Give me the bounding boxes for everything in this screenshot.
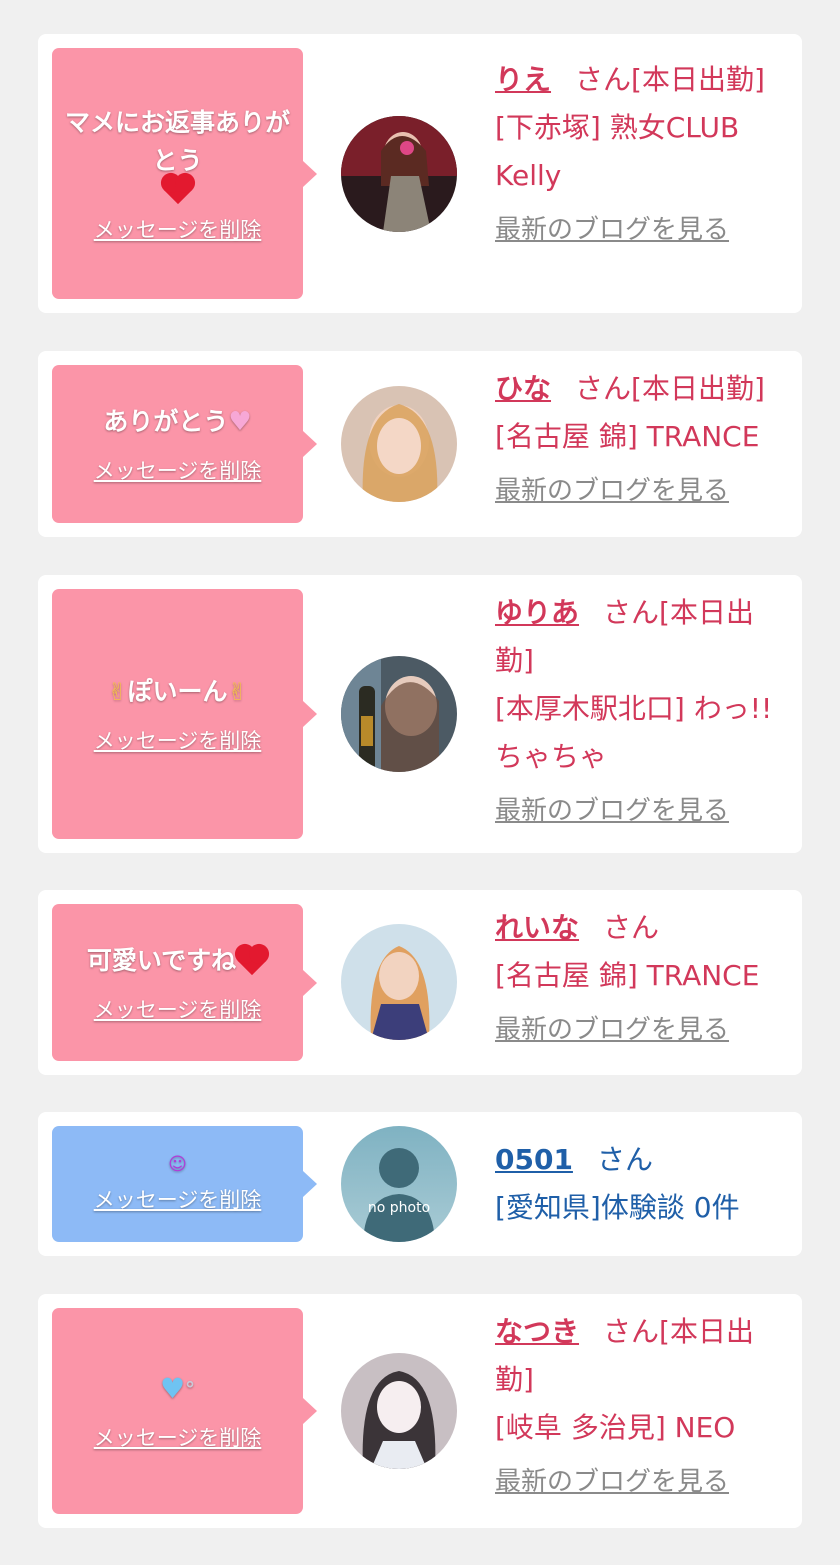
member-info: ゆりあ さん[本日出勤] [本厚木駅北口] わっ!! ちゃちゃ 最新のブログを見る: [495, 589, 780, 831]
smiley-icon: ☺: [168, 1154, 187, 1175]
delete-message-link[interactable]: メッセージを削除: [94, 1422, 262, 1452]
bubbles-icon: °: [185, 1377, 196, 1401]
member-status: さん: [603, 911, 660, 944]
heart-icon: [237, 946, 267, 975]
blue-heart-icon: ♥: [159, 1372, 186, 1405]
avatar[interactable]: [341, 924, 457, 1040]
message-bubble: マメにお返事ありがとう メッセージを削除: [52, 48, 317, 299]
avatar[interactable]: [341, 116, 457, 232]
member-status: さん[本日出勤]: [575, 372, 765, 405]
message-card: マメにお返事ありがとう メッセージを削除 りえ さん[本日出勤] [下赤塚] 熟女…: [38, 34, 802, 313]
rock-hand-icon: ✌: [227, 678, 248, 706]
shop-label: [愛知県]体験談 0件: [495, 1191, 740, 1224]
message-bubble: ♥ ° メッセージを削除: [52, 1308, 317, 1514]
view-blog-link[interactable]: 最新のブログを見る: [495, 471, 780, 511]
avatar[interactable]: [341, 656, 457, 772]
member-name-link[interactable]: れいな: [495, 911, 579, 944]
message-card: ♥ ° メッセージを削除 なつき さん[本日出勤] [岐阜 多治見] NEO 最新…: [38, 1294, 802, 1528]
message-text: ✌ ぽいーん ✌: [99, 673, 255, 711]
no-photo-label: no photo: [367, 1200, 431, 1216]
shop-label: [岐阜 多治見] NEO: [495, 1411, 736, 1444]
message-bubble: ありがとう ♥ メッセージを削除: [52, 365, 317, 523]
rock-hand-icon: ✌: [107, 678, 128, 706]
message-text: ♥ °: [152, 1370, 203, 1408]
member-info: ひな さん[本日出勤] [名古屋 錦] TRANCE 最新のブログを見る: [495, 365, 780, 511]
view-blog-link[interactable]: 最新のブログを見る: [495, 210, 780, 250]
avatar[interactable]: [341, 1353, 457, 1469]
member-info: なつき さん[本日出勤] [岐阜 多治見] NEO 最新のブログを見る: [495, 1308, 780, 1502]
member-name-link[interactable]: ゆりあ: [495, 596, 579, 629]
delete-message-link[interactable]: メッセージを削除: [94, 994, 262, 1024]
message-card: ✌ ぽいーん ✌ メッセージを削除 ゆりあ さん[本日出勤] [本厚木駅北口] わ…: [38, 575, 802, 853]
shop-label: [名古屋 錦] TRANCE: [495, 959, 760, 992]
member-name-link[interactable]: りえ: [495, 63, 551, 96]
delete-message-link[interactable]: メッセージを削除: [94, 455, 262, 485]
message-text: ☺: [160, 1154, 195, 1176]
heart-icon: [163, 175, 192, 204]
message-bubble: 可愛いですね メッセージを削除: [52, 904, 317, 1061]
message-card: 可愛いですね メッセージを削除 れいな さん [名古屋 錦] TRANCE 最新の…: [38, 890, 802, 1075]
delete-message-link[interactable]: メッセージを削除: [94, 1184, 262, 1214]
avatar[interactable]: no photo: [341, 1126, 457, 1242]
message-bubble: ☺ メッセージを削除: [52, 1126, 317, 1242]
member-info: 0501 さん [愛知県]体験談 0件: [495, 1136, 780, 1232]
delete-message-link[interactable]: メッセージを削除: [94, 214, 262, 244]
member-status: さん[本日出勤]: [575, 63, 765, 96]
shop-label: [名古屋 錦] TRANCE: [495, 420, 760, 453]
view-blog-link[interactable]: 最新のブログを見る: [495, 1010, 780, 1050]
member-info: れいな さん [名古屋 錦] TRANCE 最新のブログを見る: [495, 904, 780, 1050]
message-text: 可愛いですね: [79, 942, 276, 980]
member-name-link[interactable]: なつき: [495, 1315, 579, 1348]
member-info: りえ さん[本日出勤] [下赤塚] 熟女CLUB Kelly 最新のブログを見る: [495, 56, 780, 250]
message-card: ありがとう ♥ メッセージを削除 ひな さん[本日出勤] [名古屋 錦] TRAN…: [38, 351, 802, 537]
pink-heart-icon: ♥: [228, 407, 252, 437]
member-status: さん: [596, 1143, 653, 1176]
delete-message-link[interactable]: メッセージを削除: [94, 725, 262, 755]
member-name-link[interactable]: ひな: [495, 372, 551, 405]
message-text: ありがとう ♥: [95, 403, 259, 441]
shop-label: [本厚木駅北口] わっ!! ちゃちゃ: [495, 692, 773, 773]
view-blog-link[interactable]: 最新のブログを見る: [495, 1462, 780, 1502]
message-text: マメにお返事ありがとう: [52, 104, 303, 204]
message-card: ☺ メッセージを削除 no photo 0501 さん [愛知県]体験談 0件: [38, 1112, 802, 1256]
view-blog-link[interactable]: 最新のブログを見る: [495, 791, 780, 831]
shop-label: [下赤塚] 熟女CLUB Kelly: [495, 111, 740, 192]
member-name-link[interactable]: 0501: [495, 1143, 573, 1176]
avatar[interactable]: [341, 386, 457, 502]
message-bubble: ✌ ぽいーん ✌ メッセージを削除: [52, 589, 317, 839]
